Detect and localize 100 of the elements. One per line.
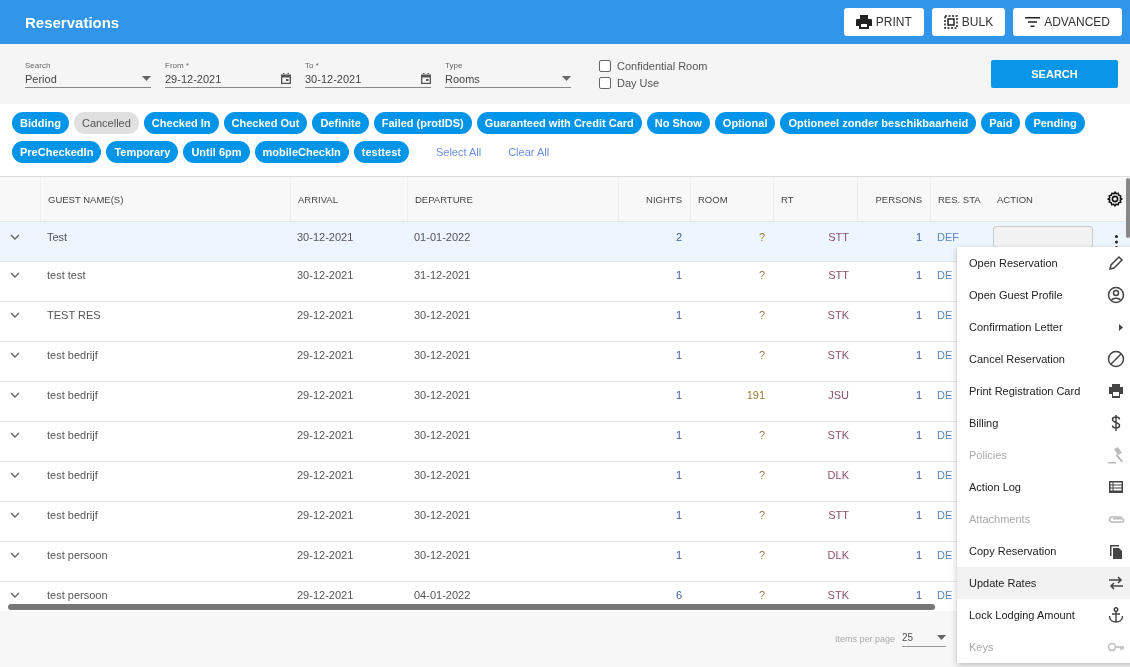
table-cell: STT — [828, 268, 849, 281]
table-cell: test bedrijf — [47, 468, 98, 481]
table-cell: 1 — [915, 308, 922, 321]
page-size-select[interactable]: 25 — [902, 631, 946, 647]
table-cell: 1 — [915, 268, 922, 281]
table-cell: ? — [758, 231, 765, 244]
calendar-icon — [421, 73, 431, 84]
table-cell: 30-12-2021 — [297, 268, 354, 281]
vertical-scrollbar[interactable] — [1126, 178, 1130, 238]
table-cell: DE — [937, 468, 953, 481]
caret-right-icon — [1119, 323, 1123, 331]
chevron-down-icon[interactable] — [10, 511, 20, 518]
table-cell: 1 — [675, 428, 682, 441]
column-header: NIGHTS — [646, 193, 682, 205]
table-cell: STK — [827, 348, 849, 361]
table-cell: 29-12-2021 — [297, 588, 354, 601]
table-cell: 1 — [915, 428, 922, 441]
chevron-down-icon[interactable] — [10, 471, 20, 478]
printer-icon — [855, 15, 872, 29]
select-field[interactable]: Type Rooms — [445, 60, 571, 88]
chevron-down-icon[interactable] — [10, 351, 20, 358]
chevron-down-icon[interactable] — [10, 431, 20, 438]
page-title: Reservations — [25, 13, 121, 31]
chevron-down-icon[interactable] — [10, 271, 20, 278]
table-cell: STT — [828, 508, 849, 521]
anchor-icon — [1107, 606, 1125, 624]
table-cell: STK — [827, 428, 849, 441]
table-cell: ? — [758, 348, 765, 361]
table-cell: 1 — [675, 348, 682, 361]
table-cell: 1 — [675, 268, 682, 281]
column-header: PERSONS — [875, 193, 922, 205]
select-all-icon — [943, 15, 958, 29]
table-cell: 1 — [915, 548, 922, 561]
list-icon — [1107, 478, 1125, 496]
horizontal-scrollbar[interactable] — [8, 604, 935, 610]
table-cell: 1 — [915, 588, 922, 601]
table-cell: 1 — [915, 388, 922, 401]
table-cell: 29-12-2021 — [297, 548, 354, 561]
table-cell: ? — [758, 548, 765, 561]
table-cell: test persoon — [47, 588, 108, 601]
table-cell: 29-12-2021 — [297, 428, 354, 441]
table-cell: 191 — [746, 388, 765, 401]
table-cell: STT — [828, 231, 849, 244]
table-cell: TEST RES — [47, 308, 101, 321]
table-cell: DLK — [827, 548, 849, 561]
printer-icon — [1107, 382, 1125, 400]
table-cell: 1 — [675, 508, 682, 521]
table-cell: DLK — [827, 468, 849, 481]
settings-icon[interactable] — [1107, 191, 1123, 207]
table-cell: 30-12-2021 — [414, 308, 471, 321]
column-header: DEPARTURE — [415, 193, 473, 205]
calendar-icon — [281, 73, 291, 84]
table-cell: 30-12-2021 — [414, 468, 471, 481]
table-cell: 04-01-2022 — [414, 588, 471, 601]
table-cell: 30-12-2021 — [414, 388, 471, 401]
print-button[interactable]: PRINT — [843, 8, 924, 36]
chevron-down-icon[interactable] — [10, 391, 20, 398]
chevron-down-icon[interactable] — [10, 311, 20, 318]
table-cell: 1 — [675, 308, 682, 321]
filter-icon — [1025, 17, 1041, 27]
column-header: ACTION — [997, 193, 1033, 205]
table-cell: ? — [758, 268, 765, 281]
table-cell: STK — [827, 308, 849, 321]
table-cell: DEF — [937, 231, 959, 244]
table-cell: DE — [937, 588, 953, 601]
select-field[interactable]: Search Period — [25, 60, 151, 88]
table-cell: DE — [937, 308, 953, 321]
chevron-down-icon[interactable] — [10, 234, 20, 241]
menu-item[interactable]: Update Rates — [957, 567, 1130, 599]
table-cell: 1 — [915, 468, 922, 481]
table-cell: test persoon — [47, 548, 108, 561]
chevron-down-icon[interactable] — [10, 591, 20, 598]
table-cell: 29-12-2021 — [297, 388, 354, 401]
column-header: RT — [781, 193, 794, 205]
table-cell: 30-12-2021 — [414, 348, 471, 361]
column-header: ROOM — [698, 193, 728, 205]
table-cell: test bedrijf — [47, 388, 98, 401]
status-chip[interactable]: Cancelled — [73, 112, 139, 134]
checkbox[interactable] — [599, 59, 611, 72]
bulk-button[interactable]: BULK — [931, 8, 1006, 36]
table-cell: DE — [937, 388, 953, 401]
column-header: RES. STA — [938, 193, 981, 205]
chevron-down-icon[interactable] — [10, 551, 20, 558]
table-cell: ? — [758, 428, 765, 441]
date-field[interactable]: To * 30-12-2021 — [305, 60, 431, 88]
table-cell: test test — [47, 268, 86, 281]
table-cell: 1 — [675, 388, 682, 401]
filter-button[interactable]: ADVANCED — [1013, 8, 1122, 36]
pagination-label: Items per page — [834, 634, 895, 644]
table-cell: 29-12-2021 — [297, 348, 354, 361]
table-cell: Test — [47, 231, 68, 244]
table-cell: 30-12-2021 — [414, 508, 471, 521]
date-field[interactable]: From * 29-12-2021 — [165, 60, 291, 88]
table-cell: 30-12-2021 — [297, 231, 354, 244]
table-cell: 29-12-2021 — [297, 308, 354, 321]
table-cell: DE — [937, 268, 953, 281]
checkbox[interactable] — [599, 76, 611, 89]
table-cell: test bedrijf — [47, 428, 98, 441]
column-header: ARRIVAL — [298, 193, 338, 205]
menu-item[interactable]: Open Reservation — [957, 247, 1130, 279]
